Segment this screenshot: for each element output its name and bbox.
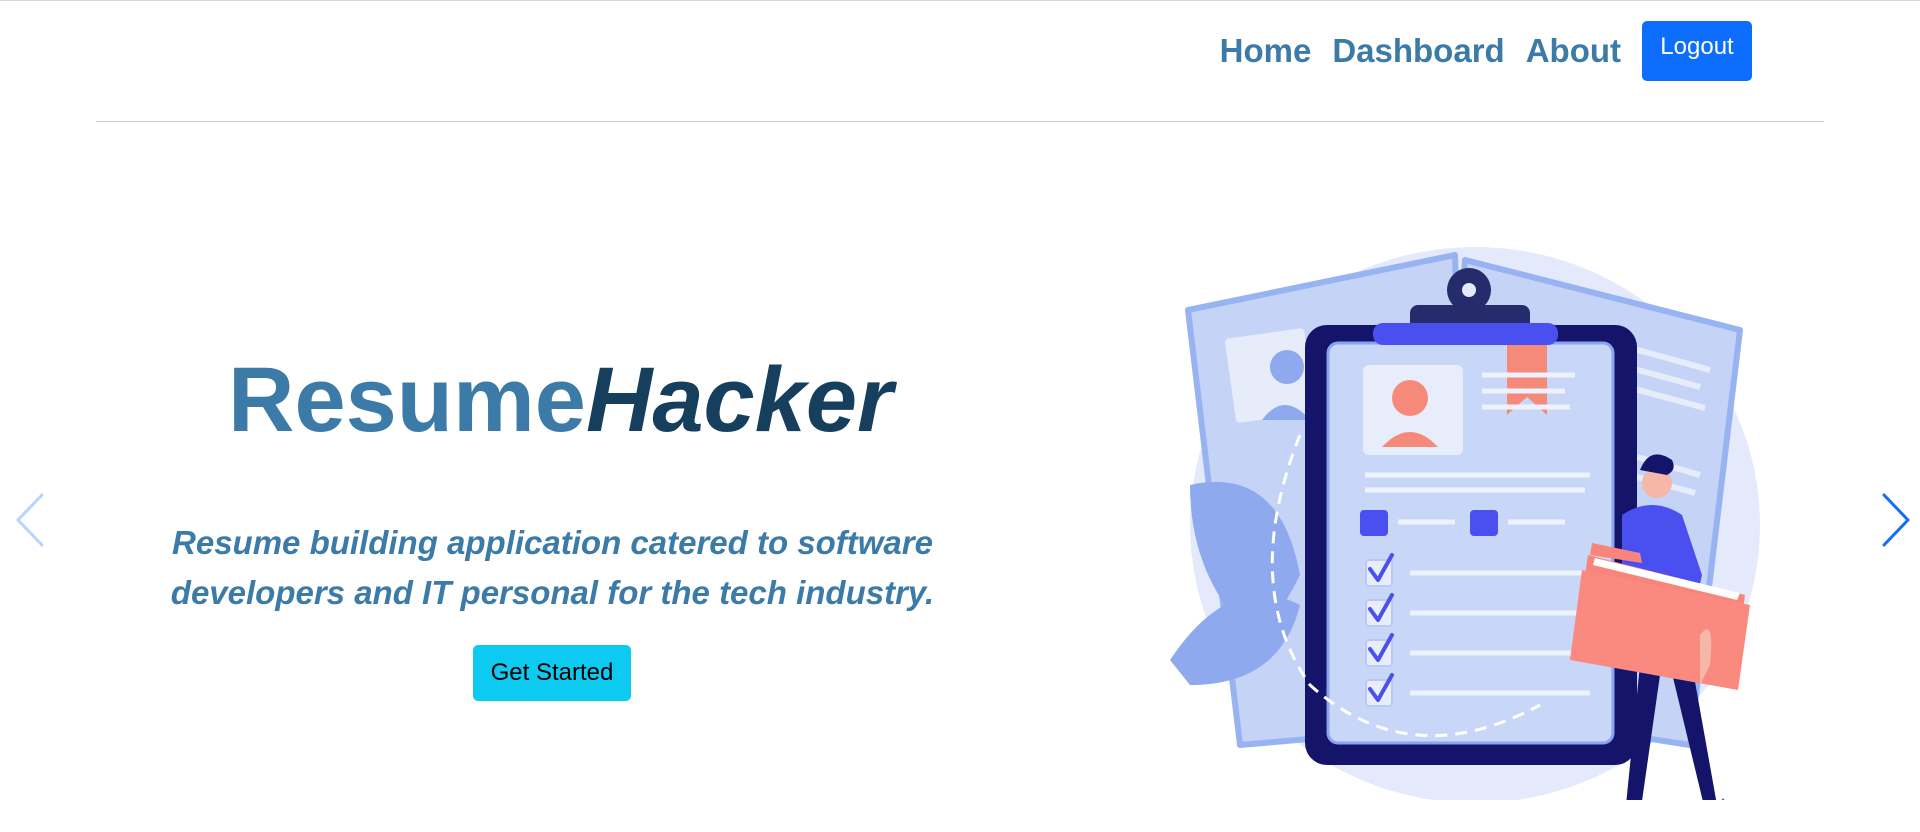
carousel-prev-button[interactable] bbox=[12, 490, 52, 550]
carousel-next-button[interactable] bbox=[1874, 490, 1914, 550]
nav-link-home[interactable]: Home bbox=[1220, 21, 1312, 81]
get-started-button[interactable]: Get Started bbox=[473, 645, 631, 701]
brand-title: ResumeHacker bbox=[228, 345, 893, 455]
nav-link-about[interactable]: About bbox=[1526, 21, 1621, 81]
brand-title-part1: Resume bbox=[228, 349, 586, 451]
brand-title-part2: Hacker bbox=[585, 349, 893, 451]
resume-illustration bbox=[1170, 225, 1760, 815]
hero-tagline: Resume building application catered to s… bbox=[170, 524, 935, 611]
chevron-right-icon bbox=[1882, 493, 1910, 547]
chevron-left-icon bbox=[16, 493, 44, 547]
logout-button[interactable]: Logout bbox=[1642, 21, 1752, 81]
nav-link-dashboard[interactable]: Dashboard bbox=[1332, 21, 1504, 81]
navbar: Home Dashboard About Logout bbox=[96, 0, 1824, 122]
nav-links: Home Dashboard About Logout bbox=[1220, 21, 1752, 81]
